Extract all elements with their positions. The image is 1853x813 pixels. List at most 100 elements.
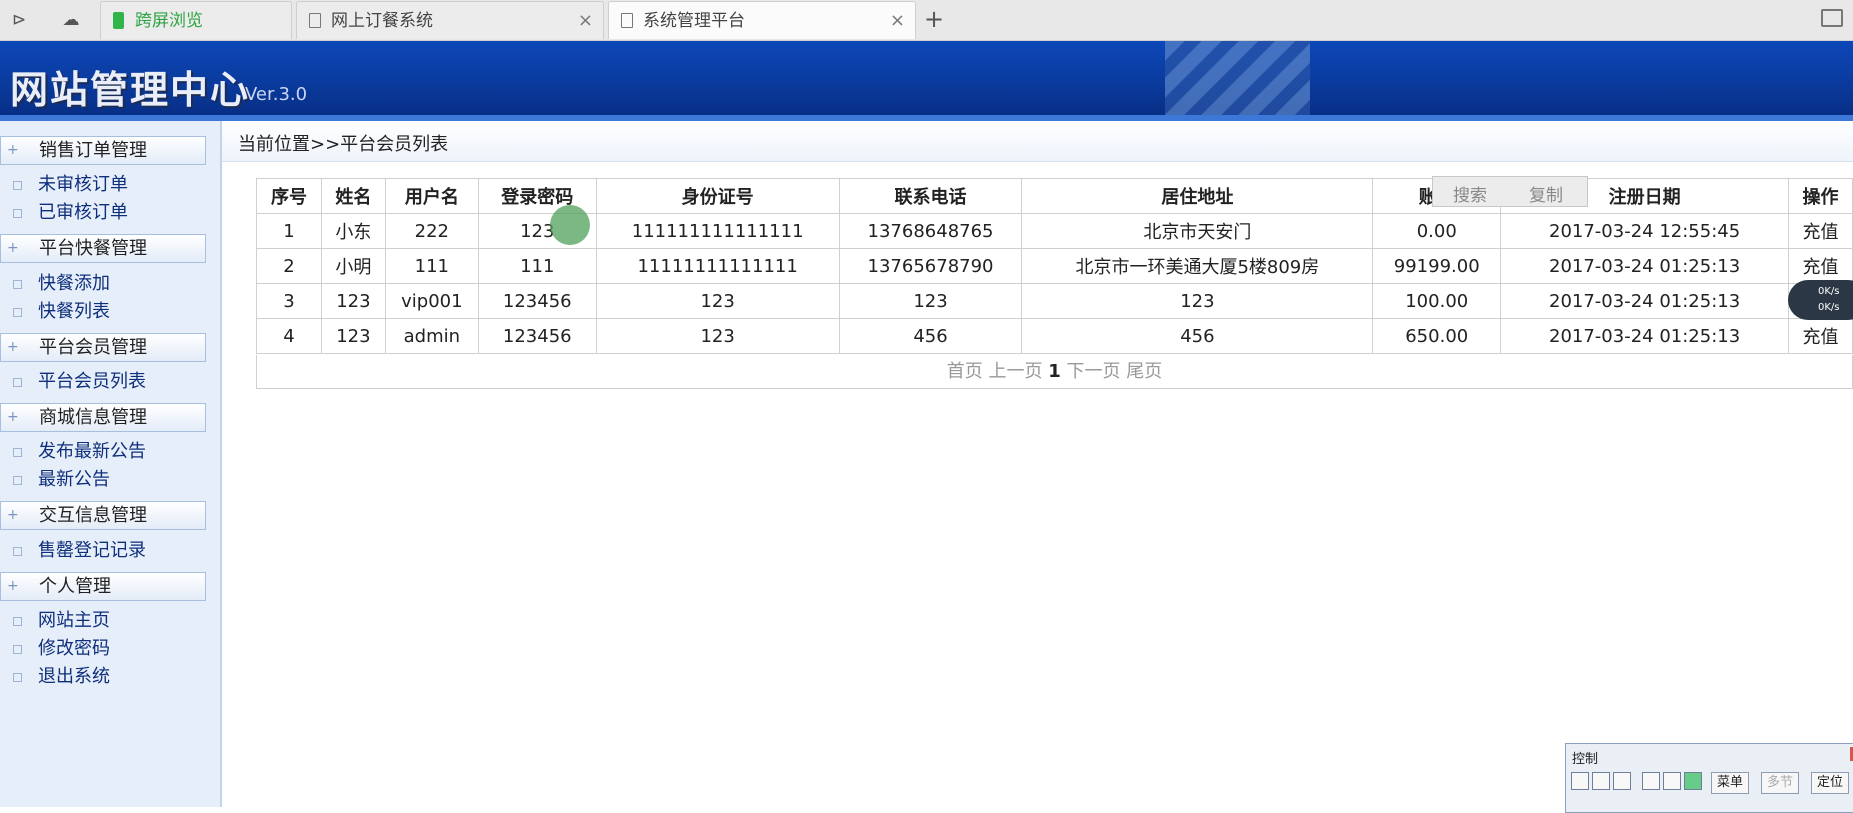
sidebar-item-publish-notice[interactable]: 发布最新公告 xyxy=(0,439,206,465)
close-tab-icon[interactable]: × xyxy=(578,2,593,40)
sidebar-group-fastfood[interactable]: + 平台快餐管理 xyxy=(0,234,206,263)
new-tab-button[interactable]: + xyxy=(924,6,944,32)
sidebar-group-interaction[interactable]: + 交互信息管理 xyxy=(0,501,206,530)
site-header: 网站管理中心 Ver.3.0 xyxy=(0,41,1853,121)
sidebar-group-personal[interactable]: + 个人管理 xyxy=(0,572,206,601)
cell-name: 小东 xyxy=(320,213,386,249)
fullscreen-icon[interactable] xyxy=(1663,772,1681,790)
selection-popup: 搜索 复制 xyxy=(1432,176,1588,207)
column-header-name: 姓名 xyxy=(320,178,386,214)
cell-address: 123 xyxy=(1021,283,1374,319)
minus-box-icon xyxy=(13,378,22,387)
sidebar-item-logout[interactable]: 退出系统 xyxy=(0,664,206,690)
sidebar-group-label: 商城信息管理 xyxy=(39,407,147,428)
tab-kuaping[interactable]: 跨屏浏览 xyxy=(100,1,292,39)
window-restore-icon[interactable] xyxy=(1821,9,1843,27)
sidebar-item-member-list[interactable]: 平台会员列表 xyxy=(0,369,206,395)
cell-id-number: 123 xyxy=(595,283,840,319)
globe-icon[interactable] xyxy=(1684,772,1702,790)
control-toolbar: 菜单 多节 定位 xyxy=(1571,772,1851,794)
sidebar-item-label: 最新公告 xyxy=(38,469,110,490)
control-panel: 控制 x 菜单 多节 定位 xyxy=(1565,743,1853,813)
close-tab-icon[interactable]: × xyxy=(890,2,905,40)
sidebar-group-label: 交互信息管理 xyxy=(39,505,147,526)
recharge-link[interactable]: 充值 xyxy=(1788,248,1853,284)
cell-password: 111 xyxy=(477,248,597,284)
cell-username: vip001 xyxy=(384,283,479,319)
sidebar-item-label: 已审核订单 xyxy=(38,202,128,223)
menu-button[interactable]: 菜单 xyxy=(1711,772,1750,794)
browser-tab-bar: ⊳ ☁ 跨屏浏览 网上订餐系统 × 系统管理平台 × + xyxy=(0,0,1853,41)
sidebar-group-label: 平台快餐管理 xyxy=(39,238,147,259)
cell-index: 4 xyxy=(256,318,322,354)
frame-icon[interactable] xyxy=(1571,772,1589,790)
sidebar: + 销售订单管理 未审核订单 已审核订单 + 平台快餐管理 快餐添加 快餐列表 … xyxy=(0,121,222,807)
cloud-icon[interactable]: ☁ xyxy=(58,8,84,32)
column-header-address: 居住地址 xyxy=(1021,178,1374,214)
sidebar-item-label: 售罄登记记录 xyxy=(38,540,146,561)
minus-box-icon xyxy=(13,448,22,457)
cell-index: 2 xyxy=(256,248,322,284)
copy-button[interactable]: 复制 xyxy=(1529,181,1563,206)
cell-id-number: 123 xyxy=(595,318,840,354)
recharge-link[interactable]: 充值 xyxy=(1788,213,1853,249)
cell-password: 123456 xyxy=(477,283,597,319)
plus-icon: + xyxy=(7,578,19,594)
sidebar-item-soldout-records[interactable]: 售罄登记记录 xyxy=(0,538,206,564)
cell-phone: 123 xyxy=(838,283,1023,319)
cell-reg-date: 2017-03-24 12:55:45 xyxy=(1500,213,1789,249)
locate-button[interactable]: 定位 xyxy=(1811,772,1850,794)
sidebar-item-label: 未审核订单 xyxy=(38,174,128,195)
cell-reg-date: 2017-03-24 01:25:13 xyxy=(1500,283,1789,319)
first-page-link[interactable]: 首页 xyxy=(947,361,983,382)
sidebar-item-add-fastfood[interactable]: 快餐添加 xyxy=(0,271,206,297)
sidebar-item-unreviewed-orders[interactable]: 未审核订单 xyxy=(0,172,206,198)
sidebar-item-homepage[interactable]: 网站主页 xyxy=(0,608,206,634)
tab-ordering-system[interactable]: 网上订餐系统 × xyxy=(296,1,604,39)
breadcrumb: 当前位置>>平台会员列表 xyxy=(222,121,1853,162)
sidebar-group-mall-info[interactable]: + 商城信息管理 xyxy=(0,403,206,432)
cell-name: 123 xyxy=(320,318,386,354)
sidebar-group-label: 个人管理 xyxy=(39,576,111,597)
next-page-link[interactable]: 下一页 xyxy=(1067,361,1121,382)
table-row: 4 123 admin 123456 123 456 456 650.00 20… xyxy=(256,318,1853,354)
minus-box-icon xyxy=(13,280,22,289)
column-header-username: 用户名 xyxy=(384,178,479,214)
plus-icon: + xyxy=(7,142,19,158)
cell-reg-date: 2017-03-24 01:25:13 xyxy=(1500,318,1789,354)
recharge-link[interactable]: 充值 xyxy=(1788,318,1853,354)
minus-box-icon xyxy=(13,476,22,485)
last-page-link[interactable]: 尾页 xyxy=(1126,361,1162,382)
minus-box-icon xyxy=(13,617,22,626)
fit-icon[interactable] xyxy=(1642,772,1660,790)
sidebar-group-sales-orders[interactable]: + 销售订单管理 xyxy=(0,136,206,165)
tab-label: 系统管理平台 xyxy=(643,11,745,31)
cell-id-number: 11111111111111 xyxy=(595,248,840,284)
control-panel-title: 控制 xyxy=(1572,752,1599,767)
table-header-row: 序号 姓名 用户名 登录密码 身份证号 联系电话 居住地址 账户 注册日期 操作 xyxy=(256,178,1853,214)
sidebar-item-reviewed-orders[interactable]: 已审核订单 xyxy=(0,200,206,226)
upload-speed: 0K/s xyxy=(1818,286,1840,297)
cell-address: 北京市一环美通大厦5楼809房 xyxy=(1021,248,1374,284)
stop-icon[interactable] xyxy=(1592,772,1610,790)
download-speed: 0K/s xyxy=(1818,302,1840,313)
tab-admin-platform[interactable]: 系统管理平台 × xyxy=(608,1,916,39)
network-speed-widget: 0K/s 0K/s xyxy=(1788,280,1853,320)
prev-page-link[interactable]: 上一页 xyxy=(989,361,1043,382)
sidebar-item-change-password[interactable]: 修改密码 xyxy=(0,636,206,662)
cursor-highlight xyxy=(550,205,590,245)
search-button[interactable]: 搜索 xyxy=(1453,181,1487,206)
sidebar-item-fastfood-list[interactable]: 快餐列表 xyxy=(0,299,206,325)
cell-username: 222 xyxy=(384,213,479,249)
skip-icon[interactable] xyxy=(1613,772,1631,790)
sidebar-toggle-icon[interactable]: ⊳ xyxy=(6,8,32,32)
cell-reg-date: 2017-03-24 01:25:13 xyxy=(1500,248,1789,284)
sidebar-item-latest-notice[interactable]: 最新公告 xyxy=(0,467,206,493)
cell-username: 111 xyxy=(384,248,479,284)
sidebar-item-label: 快餐添加 xyxy=(38,273,110,294)
multi-button[interactable]: 多节 xyxy=(1761,772,1800,794)
sidebar-group-members[interactable]: + 平台会员管理 xyxy=(0,333,206,362)
table-row: 1 小东 222 123 111111111111111 13768648765… xyxy=(256,213,1853,249)
cell-name: 123 xyxy=(320,283,386,319)
sidebar-group-label: 销售订单管理 xyxy=(39,140,147,161)
